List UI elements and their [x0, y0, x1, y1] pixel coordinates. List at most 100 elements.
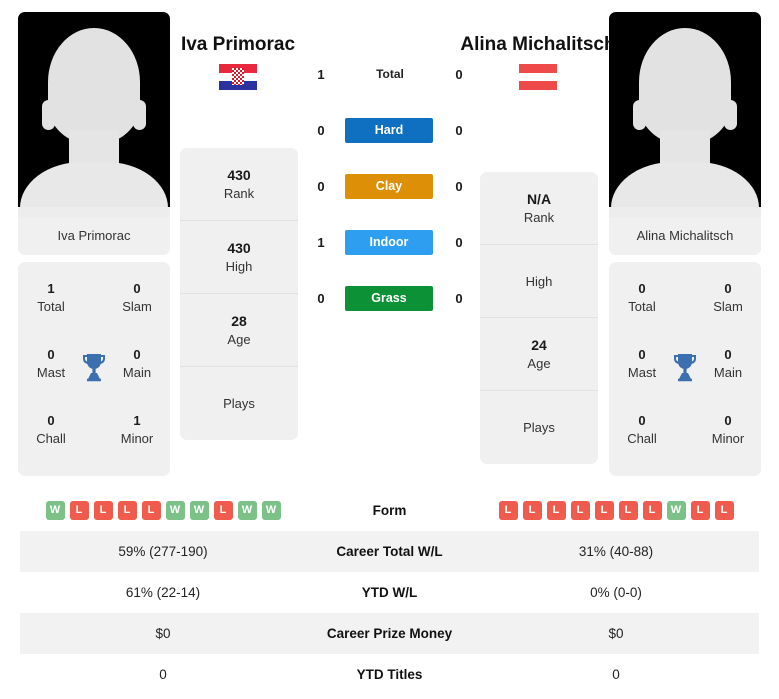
form-badge-right-7: W: [666, 501, 686, 520]
ytd-titles-left: 0: [159, 667, 167, 682]
form-badge-left-4: L: [141, 501, 161, 520]
titles-card-right: 0 Total 0 Slam 0 Mast 0 Main 0 Chall 0 M…: [609, 262, 761, 476]
player-name-right: Alina Michalitsch: [460, 34, 616, 55]
titles-minor-value-left: 1: [133, 413, 141, 428]
silhouette-base-icon: [609, 207, 761, 217]
surface-grass-left-value: 0: [317, 291, 325, 306]
silhouette-ear-left-icon: [633, 100, 646, 130]
titles-chall-value-left: 0: [47, 413, 55, 428]
surface-indoor-right-value: 0: [455, 235, 463, 250]
high-value-left: 430: [227, 239, 251, 256]
silhouette-head-icon: [48, 28, 140, 144]
form-badge-left-9: W: [261, 501, 281, 520]
titles-minor-left: 1 Minor: [106, 412, 168, 448]
player-name-heading-right: Alina Michalitsch: [446, 32, 630, 90]
age-value-left: 28: [231, 312, 247, 329]
surface-grass-badge[interactable]: Grass: [345, 286, 433, 311]
titles-minor-right: 0 Minor: [697, 412, 759, 448]
player-photo-card-right[interactable]: Alina Michalitsch: [609, 12, 761, 255]
titles-slam-value-right: 0: [724, 281, 732, 296]
career-prize-money-left: $0: [155, 626, 171, 641]
silhouette-ear-left-icon: [42, 100, 55, 130]
titles-main-left: 0 Main: [106, 346, 168, 382]
titles-slam-right: 0 Slam: [697, 280, 759, 316]
titles-main-right: 0 Main: [697, 346, 759, 382]
form-badge-right-3: L: [570, 501, 590, 520]
titles-mast-right: 0 Mast: [611, 346, 673, 382]
titles-chall-value-right: 0: [638, 413, 646, 428]
titles-minor-label-left: Minor: [120, 431, 154, 446]
player-photo-caption-left: Iva Primorac: [18, 217, 170, 255]
titles-mast-label-left: Mast: [36, 365, 66, 380]
stats-comparison-table: WLLLLWWLWW Form LLLLLLLWLL 59% (277-190)…: [20, 490, 759, 695]
titles-mast-label-right: Mast: [627, 365, 657, 380]
form-badge-left-6: W: [189, 501, 209, 520]
form-badge-left-8: W: [237, 501, 257, 520]
surface-indoor-badge[interactable]: Indoor: [345, 230, 433, 255]
titles-slam-label-left: Slam: [122, 299, 152, 314]
titles-main-value-left: 0: [133, 347, 141, 362]
surface-hard-badge[interactable]: Hard: [345, 118, 433, 143]
titles-total-left: 1 Total: [20, 280, 82, 316]
plays-label-right: Plays: [523, 420, 555, 435]
form-badge-right-0: L: [498, 501, 518, 520]
table-row-form: WLLLLWWLWW Form LLLLLLLWLL: [20, 490, 759, 531]
surface-total-left-value: 1: [317, 67, 325, 82]
titles-main-label-right: Main: [713, 365, 743, 380]
titles-chall-label-left: Chall: [36, 431, 66, 446]
form-badge-right-6: L: [642, 501, 662, 520]
titles-mast-left: 0 Mast: [20, 346, 82, 382]
player-comparison-page: Iva Primorac 1 Total 0 Slam 0 Mast 0 Mai…: [0, 0, 779, 699]
silhouette-head-icon: [639, 28, 731, 144]
high-label-left: High: [225, 258, 253, 274]
form-badge-left-5: W: [165, 501, 185, 520]
surface-hard-left-value: 0: [317, 123, 325, 138]
rank-cell-high-left: 430 High: [180, 221, 298, 294]
rank-label-left: Rank: [223, 185, 255, 201]
form-badge-right-8: L: [690, 501, 710, 520]
table-row-ytd-titles: 0 YTD Titles 0: [20, 654, 759, 695]
flag-croatia-icon: [219, 64, 257, 90]
titles-mast-value-left: 0: [47, 347, 55, 362]
titles-total-right: 0 Total: [611, 280, 673, 316]
titles-minor-value-right: 0: [724, 413, 732, 428]
age-value-right: 24: [531, 336, 547, 353]
table-label-career-total-wl: Career Total W/L: [336, 544, 443, 559]
titles-card-left: 1 Total 0 Slam 0 Mast 0 Main 0 Chall 1 M…: [18, 262, 170, 476]
surface-clay-badge[interactable]: Clay: [345, 174, 433, 199]
age-label-left: Age: [227, 331, 251, 347]
titles-chall-right: 0 Chall: [611, 412, 673, 448]
high-label-right: High: [525, 273, 553, 289]
titles-chall-left: 0 Chall: [20, 412, 82, 448]
titles-total-value-left: 1: [47, 281, 55, 296]
rank-cell-high-right: High: [480, 245, 598, 318]
rank-card-left: 430 Rank 430 High 28 Age Plays: [180, 148, 298, 440]
rank-label-right: Rank: [523, 209, 555, 225]
rank-cell-plays-right: Plays: [480, 391, 598, 464]
form-strip-right: LLLLLLLWLL: [473, 501, 759, 520]
table-row-career-prize-money: $0 Career Prize Money $0: [20, 613, 759, 654]
surface-total-label: Total: [376, 67, 404, 81]
table-row-career-total-wl: 59% (277-190) Career Total W/L 31% (40-8…: [20, 531, 759, 572]
silhouette-ear-right-icon: [133, 100, 146, 130]
career-total-wl-left: 59% (277-190): [118, 544, 208, 559]
plays-label-left: Plays: [223, 396, 255, 411]
croatia-checkerboard-icon: [232, 68, 244, 85]
surface-row-indoor: 1 Indoor 0: [300, 230, 480, 286]
form-badge-right-9: L: [714, 501, 734, 520]
form-badge-left-2: L: [93, 501, 113, 520]
table-label-career-prize-money: Career Prize Money: [326, 626, 453, 641]
silhouette-base-icon: [18, 207, 170, 217]
titles-slam-left: 0 Slam: [106, 280, 168, 316]
player-avatar-right: [609, 12, 761, 217]
surface-clay-left-value: 0: [317, 179, 325, 194]
player-photo-caption-right: Alina Michalitsch: [609, 217, 761, 255]
form-badge-left-3: L: [117, 501, 137, 520]
table-label-form: Form: [372, 503, 407, 518]
titles-total-label-left: Total: [37, 299, 65, 314]
titles-total-label-right: Total: [628, 299, 656, 314]
titles-slam-value-left: 0: [133, 281, 141, 296]
surface-breakdown: 1 Total 0 0 Hard 0 0 Clay 0 1 Indoor 0 0: [300, 62, 480, 342]
titles-main-value-right: 0: [724, 347, 732, 362]
form-badge-right-4: L: [594, 501, 614, 520]
